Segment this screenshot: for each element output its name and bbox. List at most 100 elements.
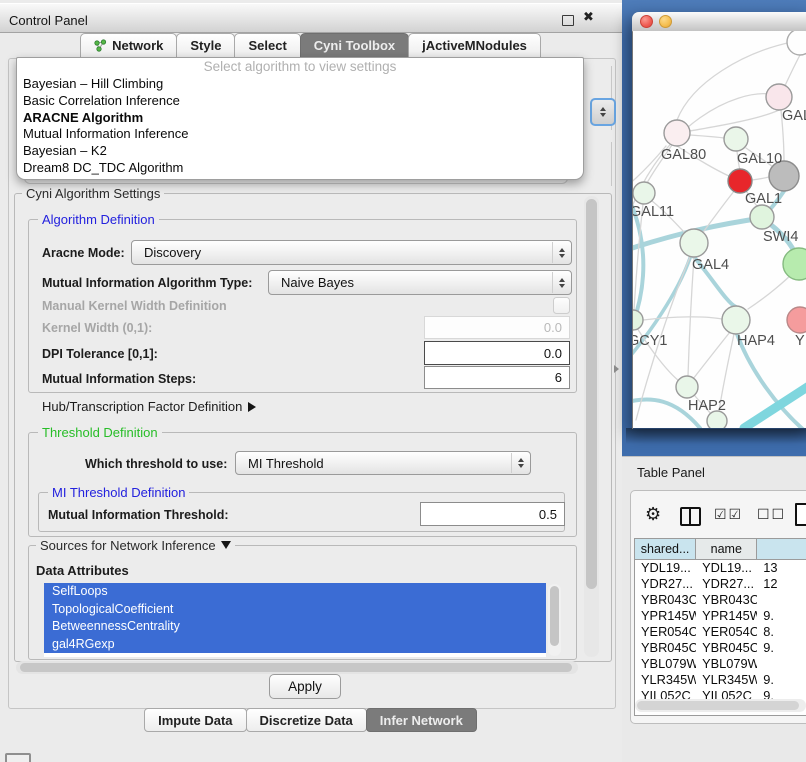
tab-network[interactable]: Network: [80, 33, 177, 58]
network-edge[interactable]: [752, 177, 769, 180]
network-canvas[interactable]: GALGAL80GAL10GAL1GAL11SWI4GAL4GCY1HAP4YH…: [633, 31, 806, 428]
gear-icon[interactable]: ⚙: [645, 504, 661, 525]
unchecked-checkboxes-icon[interactable]: ☐☐: [757, 506, 786, 523]
which-threshold-combo[interactable]: MI Threshold: [235, 451, 531, 475]
apply-button[interactable]: Apply: [269, 674, 341, 699]
document-icon[interactable]: [795, 503, 806, 526]
network-node-gal1[interactable]: [728, 169, 752, 193]
tab-label: Network: [112, 38, 163, 53]
tab-select[interactable]: Select: [234, 33, 300, 58]
network-node-gal10[interactable]: [724, 127, 748, 151]
aracne-mode-combo[interactable]: Discovery: [131, 240, 572, 265]
dpi-tolerance-field[interactable]: 0.0: [424, 341, 570, 365]
checked-checkboxes-icon[interactable]: ☑☑: [714, 506, 743, 523]
columns-icon[interactable]: [680, 507, 701, 526]
network-edge[interactable]: [701, 190, 735, 235]
network-edge[interactable]: [643, 317, 722, 320]
manual-kernel-checkbox[interactable]: [553, 297, 570, 314]
settings-vertical-scrollbar[interactable]: [584, 196, 599, 657]
chevron-down-icon[interactable]: [221, 541, 231, 549]
table-panel-title: Table Panel: [637, 465, 705, 480]
scrollbar-thumb[interactable]: [20, 663, 572, 672]
table-cell: [757, 592, 806, 608]
mi-steps-label: Mutual Information Steps:: [42, 372, 196, 386]
sources-section[interactable]: Sources for Network Inference: [36, 538, 235, 553]
scrollbar-thumb[interactable]: [586, 199, 597, 589]
hub-section[interactable]: Hub/Transcription Factor Definition: [42, 399, 256, 414]
mi-steps-field[interactable]: 6: [424, 366, 570, 389]
network-node-gal[interactable]: [766, 84, 792, 110]
table-row-ydl19[interactable]: YDL19...YDL19...13: [635, 560, 806, 576]
window-minimize-button[interactable]: [659, 15, 672, 28]
column-header-shared[interactable]: shared...: [635, 539, 696, 559]
dropdown-option-mutual-information-inference[interactable]: Mutual Information Inference: [17, 126, 583, 143]
attribute-item-betweennesscentrality[interactable]: BetweennessCentrality: [44, 618, 546, 636]
table-cell: 8.: [757, 624, 806, 640]
table-row-ybr043c[interactable]: YBR043CYBR043C: [635, 592, 806, 608]
table-cell: YBR043C: [696, 592, 757, 608]
chevron-right-icon[interactable]: [248, 402, 256, 412]
tab-jactivemnodules[interactable]: jActiveMNodules: [408, 33, 541, 58]
mi-threshold-field[interactable]: 0.5: [420, 502, 565, 526]
network-node-swi4[interactable]: [750, 205, 774, 229]
attribute-item-topologicalcoefficient[interactable]: TopologicalCoefficient: [44, 601, 546, 619]
panel-divider-arrow-icon[interactable]: [614, 365, 619, 373]
column-header-col2[interactable]: [757, 539, 806, 559]
tab-infer-network[interactable]: Infer Network: [366, 708, 477, 732]
dropdown-option-aracne-algorithm[interactable]: ARACNE Algorithm: [17, 110, 583, 127]
tab-discretize-data[interactable]: Discretize Data: [246, 708, 367, 732]
scrollbar-thumb[interactable]: [550, 586, 559, 646]
dropdown-option-bayesian-k2[interactable]: Bayesian – K2: [17, 143, 583, 160]
mi-threshold-label: Mutual Information Threshold:: [48, 508, 229, 522]
inference-algorithm-combo-arrow[interactable]: [590, 98, 616, 126]
kernel-width-field[interactable]: 0.0: [424, 316, 570, 339]
table-cell: YBR045C: [635, 640, 696, 656]
combo-spinner-icon: [552, 272, 570, 293]
tab-impute-data[interactable]: Impute Data: [144, 708, 246, 732]
attributes-list-scrollbar[interactable]: [548, 584, 561, 656]
window-zoom-button[interactable]: [678, 15, 691, 28]
docked-panel-icon[interactable]: [5, 753, 31, 762]
kernel-width-value: 0.0: [544, 320, 562, 335]
node-label-gal1: GAL1: [745, 191, 782, 207]
network-node-gal11[interactable]: [633, 182, 655, 204]
table-horizontal-scrollbar[interactable]: [635, 699, 806, 712]
network-node-y[interactable]: [787, 307, 806, 333]
tab-cyni-toolbox[interactable]: Cyni Toolbox: [300, 33, 409, 58]
table-row-ydr27[interactable]: YDR27...YDR27...12: [635, 576, 806, 592]
mi-type-combo[interactable]: Naive Bayes: [268, 270, 572, 295]
tab-label: Infer Network: [380, 713, 463, 728]
attribute-item-selfloops[interactable]: SelfLoops: [44, 583, 546, 601]
table-row-ybr045c[interactable]: YBR045CYBR045C9.: [635, 640, 806, 656]
table-cell: YDL19...: [696, 560, 757, 576]
network-node-gal4[interactable]: [680, 229, 708, 257]
table-row-ypr145w[interactable]: YPR145WYPR145W9.: [635, 608, 806, 624]
table-cell: 9.: [757, 608, 806, 624]
attribute-item-gal4rgexp[interactable]: gal4RGexp: [44, 636, 546, 654]
float-window-icon[interactable]: [562, 15, 574, 26]
network-node-hap4[interactable]: [722, 306, 750, 334]
tab-style[interactable]: Style: [176, 33, 235, 58]
settings-horizontal-scrollbar[interactable]: [16, 661, 578, 674]
network-edge[interactable]: [748, 272, 794, 309]
table-row-yer054c[interactable]: YER054CYER054C8.: [635, 624, 806, 640]
network-node[interactable]: [783, 248, 806, 280]
close-icon[interactable]: ✖: [583, 9, 594, 25]
data-attributes-list[interactable]: SelfLoopsTopologicalCoefficientBetweenne…: [44, 583, 546, 657]
network-edge[interactable]: [690, 135, 724, 138]
table-row-ybl079w[interactable]: YBL079WYBL079W: [635, 656, 806, 672]
combo-spinner-icon: [552, 242, 570, 263]
dropdown-option-dream8-dc-tdc-algorithm[interactable]: Dream8 DC_TDC Algorithm: [17, 160, 583, 177]
dropdown-option-basic-correlation-inference[interactable]: Basic Correlation Inference: [17, 93, 583, 110]
network-edge[interactable]: [693, 332, 730, 379]
network-node-hap2[interactable]: [676, 376, 698, 398]
window-close-button[interactable]: [640, 15, 653, 28]
table-row-ylr345w[interactable]: YLR345WYLR345W9.: [635, 672, 806, 688]
dropdown-option-bayesian-hill-climbing[interactable]: Bayesian – Hill Climbing: [17, 76, 583, 93]
node-label-gal80: GAL80: [661, 147, 706, 163]
network-node[interactable]: [787, 31, 806, 55]
network-node-gcy1[interactable]: [633, 310, 643, 330]
network-node-gal80[interactable]: [664, 120, 690, 146]
scrollbar-thumb[interactable]: [637, 701, 799, 710]
column-header-name[interactable]: name: [696, 539, 757, 559]
